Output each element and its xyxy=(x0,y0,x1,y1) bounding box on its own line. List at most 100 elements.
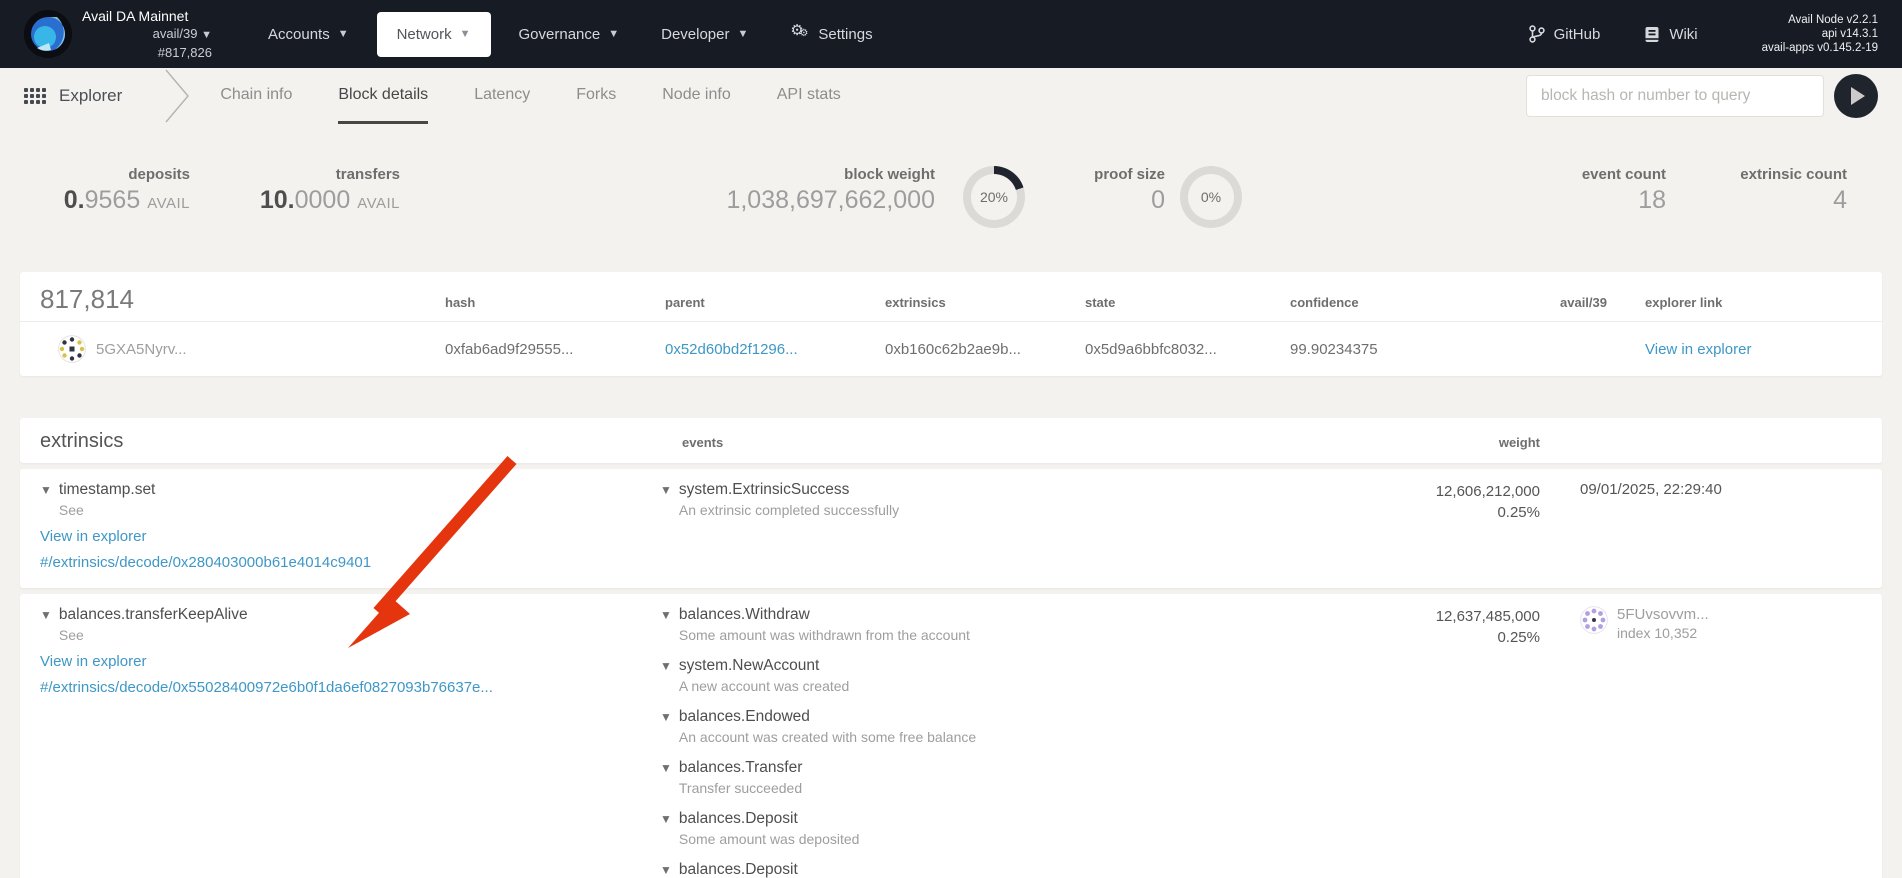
block-author[interactable]: 5GXA5Nyrv... xyxy=(40,335,445,363)
extrinsic-row-transfer-keep-alive: ▼ balances.transferKeepAlive See View in… xyxy=(20,594,1882,878)
block-table-header: 817,814 hash parent extrinsics state con… xyxy=(20,272,1882,322)
block-search-input[interactable] xyxy=(1526,75,1824,117)
signer-index: index 10,352 xyxy=(1617,625,1709,641)
proof-size-donut: 0% xyxy=(1180,166,1242,228)
extrinsic-call-cell: ▼ timestamp.set See View in explorer #/e… xyxy=(40,481,660,576)
extrinsic-call-cell: ▼ balances.transferKeepAlive See View in… xyxy=(40,606,660,701)
event-item: ▼ balances.Deposit Some amount was depos… xyxy=(660,861,1330,878)
extrinsic-timestamp: 09/01/2025, 22:29:40 xyxy=(1540,481,1862,498)
event-item: ▼ balances.Withdraw Some amount was with… xyxy=(660,606,1330,643)
expand-caret-icon[interactable]: ▼ xyxy=(40,606,52,643)
apps-version: avail-apps v0.145.2-19 xyxy=(1762,41,1878,55)
chevron-down-icon: ▼ xyxy=(460,28,471,40)
weight-percent: 0.25% xyxy=(1330,627,1540,648)
state-root: 0x5d9a6bbfc8032... xyxy=(1085,341,1290,358)
expand-caret-icon[interactable]: ▼ xyxy=(40,481,52,518)
expand-caret-icon[interactable]: ▼ xyxy=(660,810,672,847)
extrinsic-explorer-link[interactable]: View in explorer xyxy=(40,528,146,545)
expand-caret-icon[interactable]: ▼ xyxy=(660,657,672,694)
column-header-state: state xyxy=(1085,295,1290,315)
chevron-down-icon: ▼ xyxy=(608,28,619,40)
expand-caret-icon[interactable]: ▼ xyxy=(660,606,672,643)
tab-node-info[interactable]: Node info xyxy=(662,68,731,124)
tab-block-details[interactable]: Block details xyxy=(338,68,428,124)
parent-hash-link[interactable]: 0x52d60bd2f1296... xyxy=(665,341,798,358)
stat-deposits: deposits 0.9565 AVAIL xyxy=(40,166,190,215)
event-item: ▼ balances.Transfer Transfer succeeded xyxy=(660,759,1330,796)
extrinsics-title: extrinsics xyxy=(40,430,660,453)
event-description: An account was created with some free ba… xyxy=(679,729,976,745)
expand-caret-icon[interactable]: ▼ xyxy=(660,759,672,796)
extrinsics-root: 0xb160c62b2ae9b... xyxy=(885,341,1085,358)
event-name: balances.Withdraw xyxy=(679,606,970,624)
weight-cell: 12,606,212,000 0.25% xyxy=(1330,481,1540,523)
wiki-link[interactable]: Wiki xyxy=(1644,26,1697,43)
tab-forks[interactable]: Forks xyxy=(576,68,616,124)
github-link[interactable]: GitHub xyxy=(1529,25,1601,43)
column-header-explorer-link: explorer link xyxy=(1645,295,1862,315)
extrinsic-decode-link[interactable]: #/extrinsics/decode/0x55028400972e6b0f1d… xyxy=(40,679,493,696)
extrinsics-header: extrinsics events weight xyxy=(20,418,1882,463)
best-block-number: #817,826 xyxy=(82,44,212,61)
view-in-explorer-link[interactable]: View in explorer xyxy=(1645,341,1751,358)
extrinsic-decode-link[interactable]: #/extrinsics/decode/0x280403000b61e4014c… xyxy=(40,554,371,571)
menu-governance[interactable]: Governance▼ xyxy=(505,14,634,55)
block-search xyxy=(1526,68,1878,124)
node-version: Avail Node v2.2.1 xyxy=(1762,13,1878,27)
main-menu: Accounts▼ Network▼ Governance▼ Developer… xyxy=(254,12,887,57)
expand-caret-icon[interactable]: ▼ xyxy=(660,481,672,518)
stat-extrinsic-count: extrinsic count 4 xyxy=(1705,166,1847,215)
event-name: balances.Deposit xyxy=(679,810,860,828)
event-description: An extrinsic completed successfully xyxy=(679,502,899,518)
block-details-card: 817,814 hash parent extrinsics state con… xyxy=(20,272,1882,376)
version-info: Avail Node v2.2.1 api v14.3.1 avail-apps… xyxy=(1762,13,1878,55)
stat-transfers: transfers 10.0000 AVAIL xyxy=(230,166,400,215)
menu-developer[interactable]: Developer▼ xyxy=(647,14,762,55)
app-switcher[interactable]: Explorer xyxy=(24,68,122,124)
menu-accounts[interactable]: Accounts▼ xyxy=(254,14,363,55)
apps-grid-icon xyxy=(24,88,46,104)
extrinsic-name: balances.transferKeepAlive xyxy=(59,606,248,624)
tab-latency[interactable]: Latency xyxy=(474,68,530,124)
menu-network-active[interactable]: Network▼ xyxy=(377,12,491,57)
chevron-down-icon: ▼ xyxy=(737,28,748,40)
expand-caret-icon[interactable]: ▼ xyxy=(660,708,672,745)
chevron-down-icon: ▼ xyxy=(338,28,349,40)
column-header-hash: hash xyxy=(445,295,665,315)
stat-block-weight: block weight 1,038,697,662,000 xyxy=(620,166,935,215)
event-description: Some amount was withdrawn from the accou… xyxy=(679,627,970,643)
avail-logo-icon xyxy=(24,10,72,58)
menu-settings[interactable]: ⚙⚙ Settings xyxy=(776,12,886,56)
tab-api-stats[interactable]: API stats xyxy=(777,68,841,124)
events-column-header: events xyxy=(682,435,1330,453)
gear-icon: ⚙⚙ xyxy=(790,24,810,44)
block-summary-stats: deposits 0.9565 AVAIL transfers 10.0000 … xyxy=(0,124,1902,272)
tab-chain-info[interactable]: Chain info xyxy=(220,68,292,124)
weight-value: 12,637,485,000 xyxy=(1330,606,1540,627)
block-table-row: 5GXA5Nyrv... 0xfab6ad9f29555... 0x52d60b… xyxy=(20,322,1882,376)
chevron-down-icon: ▼ xyxy=(201,29,212,41)
block-hash: 0xfab6ad9f29555... xyxy=(445,341,665,358)
event-item: ▼ system.NewAccount A new account was cr… xyxy=(660,657,1330,694)
extrinsic-see[interactable]: See xyxy=(59,502,155,518)
events-cell: ▼ balances.Withdraw Some amount was with… xyxy=(660,606,1330,878)
event-description: A new account was created xyxy=(679,678,849,694)
avail-logo[interactable] xyxy=(24,10,72,58)
event-item: ▼ balances.Deposit Some amount was depos… xyxy=(660,810,1330,847)
search-submit-button[interactable] xyxy=(1834,74,1878,118)
column-header-extrinsics: extrinsics xyxy=(885,295,1085,315)
confidence-value: 99.90234375 xyxy=(1290,341,1560,358)
extrinsic-row-timestamp-set: ▼ timestamp.set See View in explorer #/e… xyxy=(20,469,1882,588)
book-icon xyxy=(1644,26,1660,43)
event-name: system.ExtrinsicSuccess xyxy=(679,481,899,499)
play-icon xyxy=(1851,87,1865,105)
expand-caret-icon[interactable]: ▼ xyxy=(660,861,672,878)
weight-cell: 12,637,485,000 0.25% xyxy=(1330,606,1540,648)
api-version: api v14.3.1 xyxy=(1762,27,1878,41)
chain-info-block[interactable]: Avail DA Mainnet avail/39 ▼ #817,826 xyxy=(82,8,212,61)
event-description: Some amount was deposited xyxy=(679,831,860,847)
extrinsic-explorer-link[interactable]: View in explorer xyxy=(40,653,146,670)
extrinsic-see[interactable]: See xyxy=(59,627,248,643)
signer[interactable]: 5FUvsovvm... index 10,352 xyxy=(1580,606,1862,641)
event-item: ▼ balances.Endowed An account was create… xyxy=(660,708,1330,745)
